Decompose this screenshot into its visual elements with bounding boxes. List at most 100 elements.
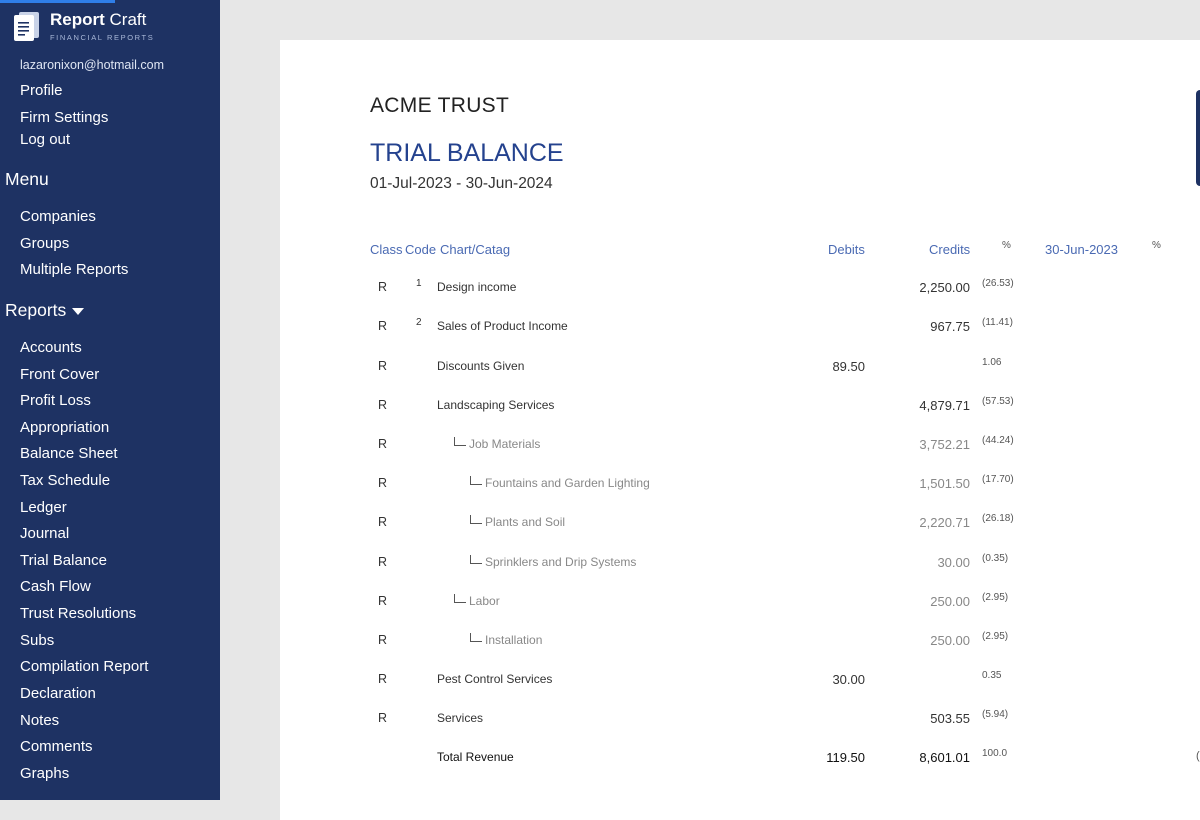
column-header-prior-period: 30-Jun-2023 <box>1045 242 1118 257</box>
report-link-balance-sheet[interactable]: Balance Sheet <box>20 445 118 462</box>
row-debit: 89.50 <box>832 359 865 374</box>
row-account-name[interactable]: Pest Control Services <box>437 672 552 686</box>
row-percent: (11.41) <box>982 317 1013 328</box>
profile-link[interactable]: Profile <box>20 82 63 99</box>
row-class: R <box>378 280 388 294</box>
column-header-chart: Chart/Catag <box>440 242 511 257</box>
row-account-label: Pest Control Services <box>437 672 553 686</box>
row-class: R <box>378 476 388 490</box>
row-percent: (26.18) <box>982 513 1014 524</box>
row-account-label: Installation <box>485 633 543 647</box>
report-link-journal[interactable]: Journal <box>20 525 69 542</box>
menu-item-companies[interactable]: Companies <box>20 208 96 225</box>
row-account-label: Services <box>437 711 484 725</box>
menu-item-multiple-reports[interactable]: Multiple Reports <box>20 261 128 278</box>
brand-name-light: Craft <box>109 10 147 29</box>
report-link-profit-loss[interactable]: Profit Loss <box>20 392 91 409</box>
loading-bar <box>0 0 115 3</box>
sidebar: Report Craft FINANCIAL REPORTS lazaronix… <box>0 0 220 800</box>
row-account-name[interactable]: Landscaping Services <box>437 398 554 412</box>
row-credit: 4,879.71 <box>919 398 970 413</box>
log-out-link[interactable]: Log out <box>20 131 70 148</box>
row-account-name[interactable]: Design income <box>437 280 516 294</box>
reports-heading: Reports <box>5 300 67 320</box>
brand-name-bold: Report <box>50 10 105 29</box>
row-account-name[interactable]: Job Materials <box>454 437 540 451</box>
report-link-accounts[interactable]: Accounts <box>20 339 82 356</box>
row-account-name[interactable]: Labor <box>454 594 500 608</box>
row-account-label: Landscaping Services <box>437 398 555 412</box>
row-percent: 1.06 <box>982 357 1002 368</box>
row-debit: 30.00 <box>832 672 865 687</box>
firm-settings-link[interactable]: Firm Settings <box>20 109 108 126</box>
caret-down-icon <box>72 307 85 315</box>
report-period: 01-Jul-2023 - 30-Jun-2024 <box>370 175 553 192</box>
total-debits: 119.50 <box>826 750 865 765</box>
column-header-prior-percent: % <box>1152 240 1161 251</box>
row-account-label: Labor <box>469 594 500 608</box>
report-link-appropriation[interactable]: Appropriation <box>20 419 109 436</box>
report-link-notes[interactable]: Notes <box>20 712 59 729</box>
report-link-tax-schedule[interactable]: Tax Schedule <box>20 472 110 489</box>
report-link-declaration[interactable]: Declaration <box>20 685 96 702</box>
column-header-percent: % <box>1002 240 1011 251</box>
column-header-debits: Debits <box>828 242 865 257</box>
row-class: R <box>378 594 388 608</box>
row-account-name[interactable]: Sprinklers and Drip Systems <box>470 555 636 569</box>
reports-toggle[interactable]: Reports <box>5 300 85 321</box>
row-account-label: Job Materials <box>469 437 541 451</box>
menu-item-groups[interactable]: Groups <box>20 235 69 252</box>
report-link-subs[interactable]: Subs <box>20 632 54 649</box>
company-name: ACME TRUST <box>370 94 510 117</box>
row-account-name[interactable]: Sales of Product Income <box>437 319 568 333</box>
report-link-front-cover[interactable]: Front Cover <box>20 366 99 383</box>
row-credit: 3,752.21 <box>919 437 970 452</box>
report-link-trust-resolutions[interactable]: Trust Resolutions <box>20 605 136 622</box>
report-link-trial-balance[interactable]: Trial Balance <box>20 552 107 569</box>
report-link-ledger[interactable]: Ledger <box>20 499 67 516</box>
row-class: R <box>378 633 388 647</box>
row-code: 2 <box>416 317 422 328</box>
tree-branch-icon <box>470 555 482 564</box>
row-account-name[interactable]: Plants and Soil <box>470 515 565 529</box>
total-percent: 100.0 <box>982 748 1008 759</box>
row-account-name[interactable]: Discounts Given <box>437 359 524 373</box>
row-percent: (44.24) <box>982 435 1014 446</box>
row-credit: 2,220.71 <box>919 515 970 530</box>
row-account-name[interactable]: Services <box>437 711 483 725</box>
brand-tagline: FINANCIAL REPORTS <box>50 33 155 42</box>
row-account-name[interactable]: Fountains and Garden Lighting <box>470 476 650 490</box>
row-account-label: Sales of Product Income <box>437 319 568 333</box>
tree-branch-icon <box>454 594 466 603</box>
document-icon <box>14 12 39 41</box>
row-percent: (26.53) <box>982 278 1014 289</box>
tree-branch-icon <box>470 476 482 485</box>
row-percent: (2.95) <box>982 631 1009 642</box>
row-code: 1 <box>416 278 422 289</box>
row-account-label: Fountains and Garden Lighting <box>485 476 650 490</box>
report-link-graphs[interactable]: Graphs <box>20 765 69 782</box>
tree-branch-icon <box>470 633 482 642</box>
report-title: TRIAL BALANCE <box>370 139 564 167</box>
row-credit: 250.00 <box>930 594 970 609</box>
row-percent: (57.53) <box>982 396 1014 407</box>
total-credits: 8,601.01 <box>919 750 970 765</box>
report-link-comments[interactable]: Comments <box>20 738 93 755</box>
user-email: lazaronixon@hotmail.com <box>20 58 165 72</box>
column-header-class: Class <box>370 242 403 257</box>
row-percent: (2.95) <box>982 592 1009 603</box>
row-class: R <box>378 437 388 451</box>
report-link-compilation-report[interactable]: Compilation Report <box>20 658 148 675</box>
row-account-name[interactable]: Installation <box>470 633 542 647</box>
tree-branch-icon <box>470 515 482 524</box>
row-percent: 0.35 <box>982 670 1002 681</box>
report-link-cash-flow[interactable]: Cash Flow <box>20 578 91 595</box>
row-class: R <box>378 359 388 373</box>
row-credit: 2,250.00 <box>919 280 970 295</box>
side-panel-tab[interactable] <box>1196 90 1200 186</box>
column-header-credits: Credits <box>929 242 971 257</box>
prior-total-clipped: ( <box>1196 750 1200 762</box>
row-credit: 1,501.50 <box>919 476 970 491</box>
row-class: R <box>378 711 388 725</box>
row-account-label: Discounts Given <box>437 359 525 373</box>
